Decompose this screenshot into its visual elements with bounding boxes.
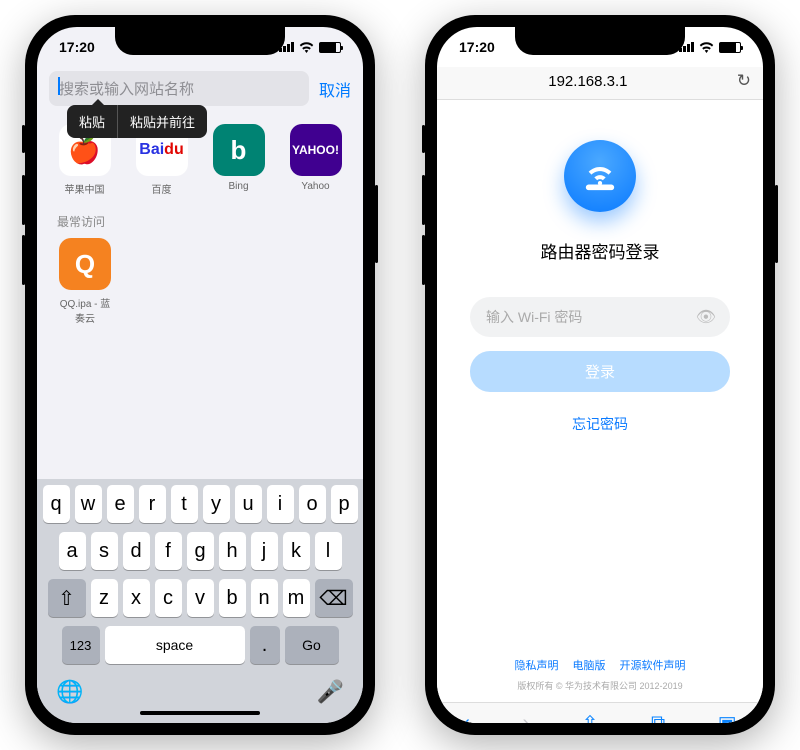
key-y[interactable]: y [203,485,230,523]
key-r[interactable]: r [139,485,166,523]
space-key[interactable]: space [105,626,245,664]
screen-right: 17:20 ➤ 192.168.3.1 ↻ 路由器密码登录 输入 Wi-Fi 密… [437,27,763,723]
toolbar: ‹ › ⇪ ⧉ ▣ [437,702,763,723]
key-z[interactable]: z [91,579,118,617]
favorite-label: 苹果中国 [65,181,105,196]
key-g[interactable]: g [187,532,214,570]
key-d[interactable]: d [123,532,150,570]
phone-left: 17:20 ➤ 搜索或输入网站名称 取消 粘贴 粘贴并前往 🍎 苹果中国 Bai… [25,15,375,735]
privacy-link[interactable]: 隐私声明 [515,657,559,673]
bookmarks-icon[interactable]: ⧉ [651,712,665,723]
show-password-icon[interactable]: 👁 [696,307,716,327]
copyright: 版权所有 © 华为技术有限公司 2012-2019 [437,679,763,692]
key-l[interactable]: l [315,532,342,570]
site-icon: Q [59,238,111,290]
tabs-icon[interactable]: ▣ [718,711,737,723]
notch [115,27,285,55]
paste-option[interactable]: 粘贴 [67,105,118,138]
key-t[interactable]: t [171,485,198,523]
status-time: 17:20 [459,39,495,55]
wifi-icon [299,42,314,53]
key-s[interactable]: s [91,532,118,570]
bing-icon: b [213,124,265,176]
favorite-label: Bing [228,181,248,192]
notch [515,27,685,55]
share-icon[interactable]: ⇪ [582,711,599,723]
url-display[interactable]: 192.168.3.1 [449,73,727,90]
key-o[interactable]: o [299,485,326,523]
dot-key[interactable]: . [250,626,280,664]
login-button[interactable]: 登录 [470,351,730,392]
mic-icon[interactable]: 🎤 [317,679,344,705]
frequent-label: QQ.ipa - 蓝奏云 [57,295,113,325]
key-v[interactable]: v [187,579,214,617]
footer: 隐私声明 电脑版 开源软件声明 版权所有 © 华为技术有限公司 2012-201… [437,657,763,702]
status-time: 17:20 [59,39,95,55]
desktop-link[interactable]: 电脑版 [573,657,606,673]
battery-icon [319,42,341,53]
key-i[interactable]: i [267,485,294,523]
key-h[interactable]: h [219,532,246,570]
paste-go-option[interactable]: 粘贴并前往 [118,105,207,138]
key-w[interactable]: w [75,485,102,523]
battery-icon [719,42,741,53]
key-k[interactable]: k [283,532,310,570]
backspace-key[interactable]: ⌫ [315,579,353,617]
key-q[interactable]: q [43,485,70,523]
favorite-label: 百度 [152,181,172,196]
favorite-bing[interactable]: b Bing [211,124,266,196]
router-icon [564,140,636,212]
globe-icon[interactable]: 🌐 [56,679,83,705]
router-login-panel: 路由器密码登录 输入 Wi-Fi 密码 👁 登录 忘记密码 [437,100,763,657]
screen-left: 17:20 ➤ 搜索或输入网站名称 取消 粘贴 粘贴并前往 🍎 苹果中国 Bai… [37,27,363,723]
favorite-label: Yahoo [301,181,329,192]
key-n[interactable]: n [251,579,278,617]
shift-key[interactable]: ⇧ [48,579,86,617]
key-b[interactable]: b [219,579,246,617]
key-x[interactable]: x [123,579,150,617]
router-title: 路由器密码登录 [541,238,660,263]
frequent-header: 最常访问 [37,201,363,238]
forgot-password-link[interactable]: 忘记密码 [572,414,628,434]
key-c[interactable]: c [155,579,182,617]
key-a[interactable]: a [59,532,86,570]
cancel-button[interactable]: 取消 [319,77,351,101]
address-bar: 192.168.3.1 ↻ [437,67,763,100]
wifi-icon [699,42,714,53]
numbers-key[interactable]: 123 [62,626,100,664]
forward-icon: › [522,712,529,723]
context-menu: 粘贴 粘贴并前往 [67,105,207,138]
home-indicator[interactable] [140,711,260,715]
yahoo-icon: YAHOO! [290,124,342,176]
reload-icon[interactable]: ↻ [737,71,751,91]
password-input[interactable]: 输入 Wi-Fi 密码 👁 [470,297,730,337]
key-f[interactable]: f [155,532,182,570]
key-j[interactable]: j [251,532,278,570]
frequent-item[interactable]: Q QQ.ipa - 蓝奏云 [57,238,113,325]
key-m[interactable]: m [283,579,310,617]
key-u[interactable]: u [235,485,262,523]
back-icon[interactable]: ‹ [463,712,470,723]
keyboard: qwertyuiop asdfghjkl ⇧ zxcvbnm ⌫ 123 spa… [37,479,363,723]
go-key[interactable]: Go [285,626,339,664]
key-e[interactable]: e [107,485,134,523]
search-input[interactable]: 搜索或输入网站名称 [49,71,309,106]
favorite-yahoo[interactable]: YAHOO! Yahoo [288,124,343,196]
phone-right: 17:20 ➤ 192.168.3.1 ↻ 路由器密码登录 输入 Wi-Fi 密… [425,15,775,735]
oss-link[interactable]: 开源软件声明 [620,657,686,673]
key-p[interactable]: p [331,485,358,523]
